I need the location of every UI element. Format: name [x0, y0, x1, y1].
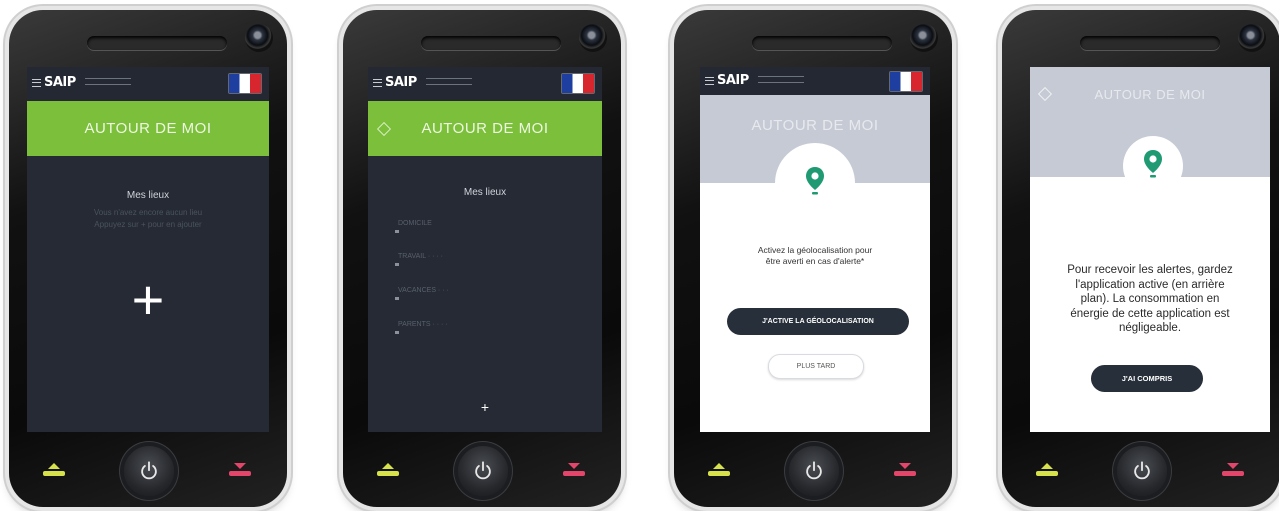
my-places-title: Mes lieux	[463, 187, 507, 198]
section-header-bar: AUTOUR DE MOI	[27, 101, 269, 156]
power-icon	[806, 461, 822, 480]
pickup-icon[interactable]	[1036, 463, 1058, 479]
section-header-title: AUTOUR DE MOI	[421, 120, 549, 137]
power-button[interactable]	[124, 446, 174, 496]
french-flag-icon	[562, 74, 594, 93]
app-logo: SAIP	[717, 73, 749, 88]
pickup-icon[interactable]	[708, 463, 730, 479]
speaker-grille	[421, 36, 561, 50]
hangup-icon[interactable]	[229, 463, 251, 479]
hangup-icon[interactable]	[563, 463, 585, 479]
location-pin-icon	[806, 167, 824, 195]
logo-subtitle	[85, 78, 131, 85]
ghost-header-title: AUTOUR DE MOI	[751, 117, 879, 134]
section-header-bar: AUTOUR DE MOI	[368, 101, 602, 156]
phone-bottom-bar	[343, 432, 621, 507]
activate-geolocation-button[interactable]: J'ACTIVE LA GÉOLOCALISATION	[727, 308, 909, 335]
hangup-icon[interactable]	[894, 463, 916, 479]
pickup-icon[interactable]	[43, 463, 65, 479]
power-icon	[1134, 461, 1150, 480]
phone-mockup-4: AUTOUR DE MOI Pour recevoir les alertes,…	[1002, 10, 1279, 507]
camera-icon	[1238, 24, 1266, 52]
app-screen: SAIP AUTOUR DE MOI Mes lieux DOMICILE TR…	[368, 67, 602, 432]
camera-icon	[910, 24, 938, 52]
location-diamond-icon	[376, 121, 392, 137]
hangup-icon[interactable]	[1222, 463, 1244, 479]
logo-subtitle	[426, 78, 472, 85]
later-button[interactable]: PLUS TARD	[768, 354, 864, 379]
pickup-icon[interactable]	[377, 463, 399, 479]
app-screen: AUTOUR DE MOI Pour recevoir les alertes,…	[1030, 67, 1270, 432]
app-screen: SAIP AUTOUR DE MOI Activez la géolocalis…	[700, 67, 930, 432]
geoloc-message: Activez la géolocalisation pour être ave…	[757, 245, 873, 266]
app-top-bar: SAIP	[700, 67, 930, 95]
add-place-button[interactable]: +	[27, 267, 269, 332]
app-top-bar: SAIP	[368, 67, 602, 101]
app-logo: SAIP	[385, 75, 417, 90]
place-item[interactable]: PARENTS · · · ·	[395, 321, 448, 334]
background-activity-message: Pour recevoir les alertes, gardez l'appl…	[1067, 264, 1233, 334]
my-places-title: Mes lieux	[126, 190, 170, 201]
place-item[interactable]: VACANCES · · ·	[395, 287, 449, 300]
phone-mockup-2: SAIP AUTOUR DE MOI Mes lieux DOMICILE TR…	[343, 10, 621, 507]
speaker-grille	[752, 36, 892, 50]
phone-bottom-bar	[674, 432, 952, 507]
app-screen: SAIP AUTOUR DE MOI Mes lieux Vous n'avez…	[27, 67, 269, 432]
speaker-grille	[1080, 36, 1220, 50]
menu-icon[interactable]	[373, 79, 382, 87]
empty-hint-line-2: Appuyez sur + pour en ajouter	[94, 220, 202, 229]
phone-bottom-bar	[1002, 432, 1279, 507]
understood-button[interactable]: J'AI COMPRIS	[1091, 365, 1203, 392]
phone-mockup-1: SAIP AUTOUR DE MOI Mes lieux Vous n'avez…	[9, 10, 287, 507]
camera-icon	[579, 24, 607, 52]
logo-subtitle	[758, 76, 804, 83]
empty-hint-line-1: Vous n'avez encore aucun lieu	[93, 208, 203, 217]
place-item[interactable]: TRAVAIL · · · ·	[395, 253, 443, 266]
ghost-header-title: AUTOUR DE MOI	[1094, 87, 1206, 102]
speaker-grille	[87, 36, 227, 50]
power-button[interactable]	[1117, 446, 1167, 496]
french-flag-icon	[890, 72, 922, 91]
french-flag-icon	[229, 74, 261, 93]
menu-icon[interactable]	[32, 79, 41, 87]
location-pin-icon	[1144, 150, 1162, 178]
menu-icon[interactable]	[705, 77, 714, 85]
power-icon	[141, 461, 157, 480]
section-header-title: AUTOUR DE MOI	[84, 120, 212, 137]
phone-mockup-3: SAIP AUTOUR DE MOI Activez la géolocalis…	[674, 10, 952, 507]
app-logo: SAIP	[44, 75, 76, 90]
power-button[interactable]	[789, 446, 839, 496]
power-icon	[475, 461, 491, 480]
power-button[interactable]	[458, 446, 508, 496]
phone-bottom-bar	[9, 432, 287, 507]
camera-icon	[245, 24, 273, 52]
app-top-bar: SAIP	[27, 67, 269, 101]
add-place-button[interactable]: +	[368, 399, 602, 415]
place-item[interactable]: DOMICILE	[395, 220, 432, 233]
